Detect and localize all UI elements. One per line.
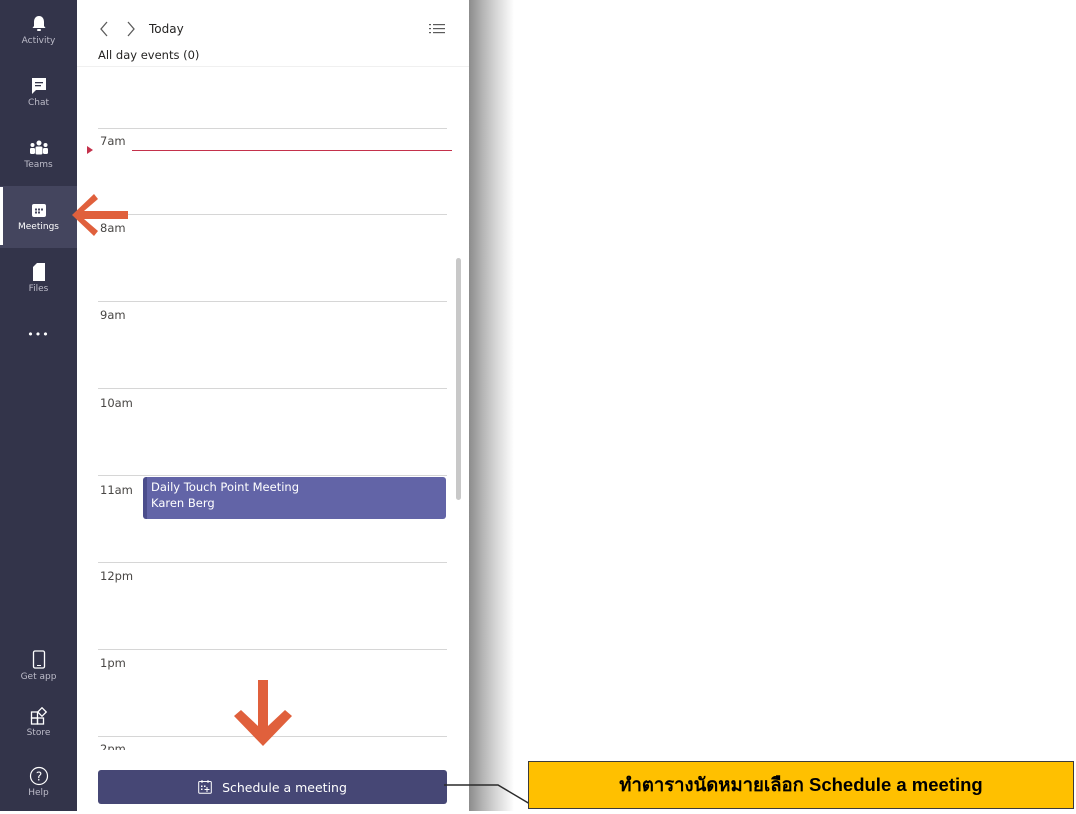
app-rail: Activity Chat Teams Meetings Files ••• G… [0, 0, 77, 811]
svg-text:?: ? [35, 770, 41, 784]
teams-icon [29, 138, 49, 158]
annotation-arrow-down-icon [234, 680, 292, 746]
rail-item-files[interactable]: Files [0, 248, 77, 310]
rail-item-store[interactable]: Store [0, 692, 77, 754]
hour-divider [98, 562, 447, 563]
scrollbar-thumb[interactable] [456, 258, 461, 500]
hour-divider [98, 388, 447, 389]
hour-label: 7am [100, 134, 126, 148]
list-view-icon[interactable] [429, 22, 445, 36]
hour-label: 9am [100, 308, 126, 322]
event-organizer: Karen Berg [151, 496, 215, 510]
hour-divider [98, 214, 447, 215]
hour-label: 11am [100, 483, 133, 497]
chevron-right-icon [127, 21, 135, 37]
rail-label: Store [26, 728, 51, 738]
rail-item-chat[interactable]: Chat [0, 62, 77, 124]
calendar-add-icon [198, 780, 212, 794]
rail-item-activity[interactable]: Activity [0, 0, 77, 62]
rail-label: Files [28, 284, 49, 294]
rail-item-help[interactable]: ? Help [0, 752, 77, 814]
rail-label: Activity [21, 36, 56, 46]
hour-label: 12pm [100, 569, 134, 583]
calendar-header: Today All day events (0) [77, 0, 469, 67]
meeting-event[interactable]: Daily Touch Point Meeting Karen Berg [143, 477, 446, 519]
all-day-events-label: All day events (0) [98, 48, 200, 62]
callout-pointer [444, 784, 531, 805]
event-title: Daily Touch Point Meeting [151, 480, 299, 494]
current-time-line [132, 150, 452, 151]
store-icon [29, 706, 49, 726]
rail-label: Get app [20, 672, 57, 682]
help-icon: ? [29, 766, 49, 786]
rail-item-more[interactable]: ••• [0, 318, 77, 358]
rail-label: Chat [27, 98, 50, 108]
phone-icon [29, 650, 49, 670]
hour-divider [98, 128, 447, 129]
schedule-meeting-label: Schedule a meeting [222, 779, 347, 795]
chevron-left-icon [100, 21, 108, 37]
hour-label: 10am [100, 396, 133, 410]
today-button[interactable]: Today [149, 22, 184, 36]
bell-icon [29, 14, 49, 34]
calendar-icon [29, 200, 49, 220]
panel-shadow [469, 0, 514, 811]
rail-label: Help [28, 788, 49, 798]
rail-item-get-app[interactable]: Get app [0, 636, 77, 698]
file-icon [29, 262, 49, 282]
schedule-meeting-button[interactable]: Schedule a meeting [98, 770, 447, 804]
current-time-marker [87, 146, 93, 154]
active-indicator [0, 187, 3, 245]
rail-item-teams[interactable]: Teams [0, 124, 77, 186]
hour-divider [98, 649, 447, 650]
previous-day-button[interactable] [98, 19, 114, 39]
more-icon: ••• [27, 328, 50, 341]
hour-divider [98, 475, 447, 476]
rail-label: Teams [24, 160, 53, 170]
next-day-button[interactable] [125, 19, 141, 39]
annotation-callout: ทำตารางนัดหมายเลือก Schedule a meeting [528, 761, 1074, 809]
chat-icon [29, 76, 49, 96]
annotation-arrow-left-icon [72, 194, 128, 236]
rail-label: Meetings [18, 222, 59, 232]
rail-item-meetings[interactable]: Meetings [0, 186, 77, 248]
hour-label: 1pm [100, 656, 126, 670]
hour-divider [98, 301, 447, 302]
